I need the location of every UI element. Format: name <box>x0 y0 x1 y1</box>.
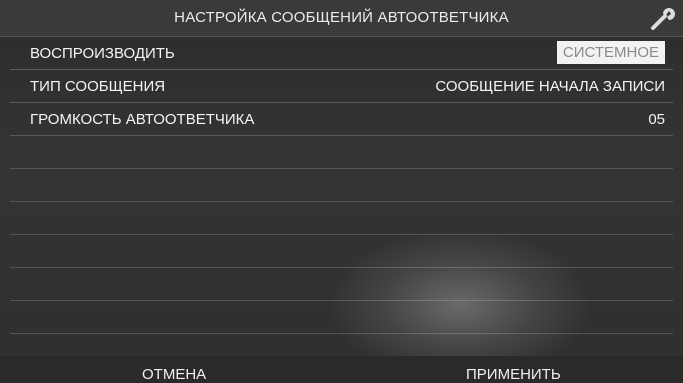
wrench-icon[interactable] <box>647 4 677 32</box>
setting-value-selected[interactable]: СИСТЕМНОЕ <box>556 41 665 64</box>
empty-row <box>10 169 673 202</box>
empty-row <box>10 202 673 235</box>
setting-row-volume[interactable]: ГРОМКОСТЬ АВТООТВЕТЧИКА 05 <box>10 103 673 136</box>
screen: НАСТРОЙКА СООБЩЕНИЙ АВТООТВЕТЧИКА ВОСПРО… <box>0 0 683 383</box>
footer: ОТМЕНА ПРИМЕНИТЬ <box>0 356 683 383</box>
empty-row <box>10 235 673 268</box>
page-title: НАСТРОЙКА СООБЩЕНИЙ АВТООТВЕТЧИКА <box>174 9 509 26</box>
setting-row-message-type[interactable]: ТИП СООБЩЕНИЯ СООБЩЕНИЕ НАЧАЛА ЗАПИСИ <box>10 70 673 103</box>
setting-row-playback[interactable]: ВОСПРОИЗВОДИТЬ СИСТЕМНОЕ <box>10 37 673 70</box>
empty-row <box>10 268 673 301</box>
setting-label: ГРОМКОСТЬ АВТООТВЕТЧИКА <box>30 111 255 128</box>
cancel-button[interactable]: ОТМЕНА <box>142 366 206 383</box>
empty-row <box>10 136 673 169</box>
setting-label: ВОСПРОИЗВОДИТЬ <box>30 45 175 62</box>
empty-row <box>10 301 673 334</box>
setting-label: ТИП СООБЩЕНИЯ <box>30 78 166 95</box>
title-bar: НАСТРОЙКА СООБЩЕНИЙ АВТООТВЕТЧИКА <box>0 0 683 37</box>
setting-value[interactable]: 05 <box>648 111 665 128</box>
setting-value[interactable]: СООБЩЕНИЕ НАЧАЛА ЗАПИСИ <box>435 78 665 95</box>
apply-button[interactable]: ПРИМЕНИТЬ <box>466 366 561 383</box>
